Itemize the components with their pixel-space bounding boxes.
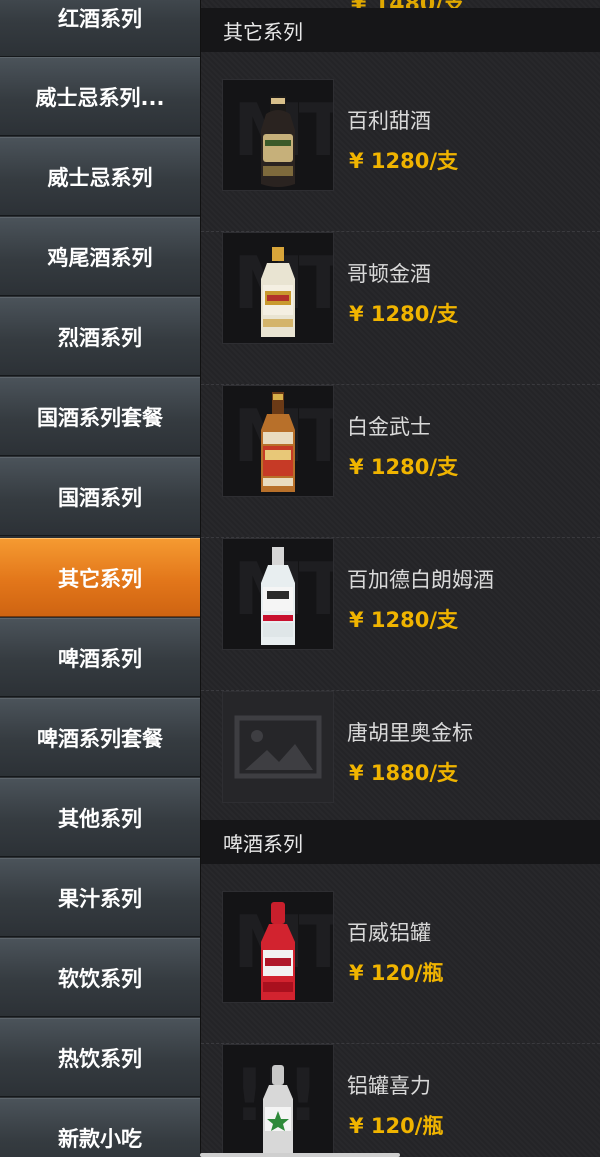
product-list[interactable]: ¥ 1480/支 其它系列 MT 百利甜酒 ¥ 1280/支 MT [201, 0, 600, 1157]
scroll-indicator[interactable] [200, 1153, 400, 1157]
product-name: 唐胡里奥金标 [347, 721, 473, 745]
sidebar-item-ruanyin[interactable]: 软饮系列 [0, 938, 200, 1017]
sidebar-item-guozhi[interactable]: 果汁系列 [0, 858, 200, 937]
sidebar-item-pijiu[interactable]: 啤酒系列 [0, 618, 200, 697]
list-item[interactable]: MT 白金武士 ¥ 1280/支 [201, 385, 600, 538]
sidebar-item-guojiu[interactable]: 国酒系列 [0, 457, 200, 536]
image-placeholder-icon [234, 715, 322, 779]
product-price: ¥ 120/瓶 [349, 961, 444, 985]
product-thumbnail: MT [222, 232, 334, 344]
sidebar-item-qita-active[interactable]: 其它系列 [0, 538, 200, 617]
sidebar-item-qita2[interactable]: 其他系列 [0, 778, 200, 857]
section-header-pijiu: 啤酒系列 [201, 820, 600, 864]
product-thumbnail: MT [222, 79, 334, 191]
list-item[interactable]: MT 百威铝罐 ¥ 120/瓶 [201, 891, 600, 1044]
product-thumbnail [222, 691, 334, 803]
baileys-bottle-icon [261, 96, 295, 187]
product-name: 百利甜酒 [347, 109, 431, 133]
sidebar-item-hongjiu[interactable]: 红酒系列 [0, 0, 200, 57]
product-price: ¥ 1880/支 [349, 761, 459, 785]
list-item[interactable]: MT 哥顿金酒 ¥ 1280/支 [201, 232, 600, 385]
sidebar-item-guojiu-taocan[interactable]: 国酒系列套餐 [0, 377, 200, 456]
heineken-bottle-icon [263, 1065, 293, 1155]
list-item[interactable]: !!! 铝罐喜力 ¥ 120/瓶 [201, 1044, 600, 1157]
product-thumbnail: MT [222, 891, 334, 1003]
product-name: 铝罐喜力 [347, 1074, 431, 1098]
list-item[interactable]: MT 百利甜酒 ¥ 1280/支 [201, 79, 600, 232]
sidebar-item-liejiu[interactable]: 烈酒系列 [0, 297, 200, 376]
gordons-gin-bottle-icon [261, 247, 295, 337]
section-title: 其它系列 [223, 19, 303, 44]
product-thumbnail: MT [222, 538, 334, 650]
product-thumbnail: !!! [222, 1044, 334, 1156]
list-item[interactable]: MT 百加德白朗姆酒 ¥ 1280/支 [201, 538, 600, 691]
product-name: 百加德白朗姆酒 [347, 568, 494, 592]
product-price: ¥ 1280/支 [349, 455, 459, 479]
white-knight-bottle-icon [261, 392, 295, 492]
product-name: 哥顿金酒 [347, 262, 431, 286]
category-sidebar: 红酒系列 威士忌系列... 威士忌系列 鸡尾酒系列 烈酒系列 国酒系列套餐 国酒… [0, 0, 201, 1157]
section-title: 啤酒系列 [223, 831, 303, 856]
product-price: ¥ 1280/支 [349, 608, 459, 632]
product-price: ¥ 1280/支 [349, 302, 459, 326]
product-thumbnail: MT [222, 385, 334, 497]
budweiser-bottle-icon [261, 902, 295, 1000]
section-header-qita: 其它系列 [201, 8, 600, 52]
sidebar-item-jiweijiu[interactable]: 鸡尾酒系列 [0, 217, 200, 296]
sidebar-item-xinkuan-xiaochi[interactable]: 新款小吃 [0, 1098, 200, 1157]
sidebar-item-weishiji[interactable]: 威士忌系列 [0, 137, 200, 216]
sidebar-item-reyin[interactable]: 热饮系列 [0, 1018, 200, 1097]
sidebar-item-weishiji-more[interactable]: 威士忌系列... [0, 57, 200, 136]
product-price: ¥ 1280/支 [349, 149, 459, 173]
sidebar-item-pijiu-taocan[interactable]: 啤酒系列套餐 [0, 698, 200, 777]
bacardi-bottle-icon [261, 547, 295, 645]
product-name: 白金武士 [347, 415, 431, 439]
product-price: ¥ 120/瓶 [349, 1114, 444, 1138]
product-name: 百威铝罐 [347, 921, 431, 945]
